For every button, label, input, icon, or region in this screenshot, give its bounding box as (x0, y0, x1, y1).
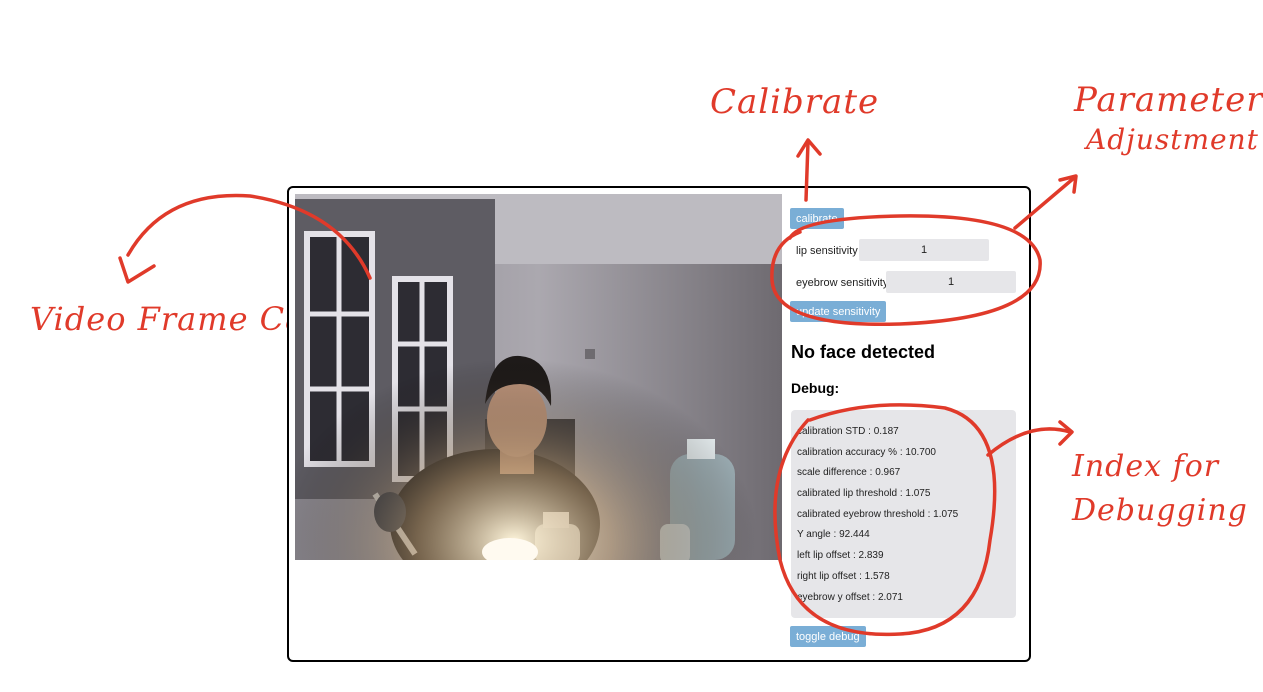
lip-sensitivity-input[interactable]: 1 (859, 239, 989, 261)
face-status: No face detected (791, 342, 936, 362)
annotation-parameters-line2: Adjustment (1086, 123, 1259, 156)
update-sensitivity-button[interactable]: update sensitivity (790, 301, 887, 322)
parameters-arrowhead-icon (1058, 174, 1078, 194)
annotation-debug-line1: Index for (1072, 449, 1220, 484)
control-panel: calibrate lip sensitivity 1 eyebrow sens… (788, 188, 1023, 658)
debug-scale-difference: scale difference : 0.967 (797, 467, 901, 478)
annotation-debug-line2: Debugging (1072, 493, 1248, 528)
debug-arrowhead-icon (1058, 420, 1074, 446)
eyebrow-sensitivity-label: eyebrow sensitivity (796, 277, 889, 289)
annotation-parameters-adjustment: Parameters Adjustment (1074, 80, 1263, 160)
debug-calibration-accuracy: calibration accuracy % : 10.700 (797, 447, 936, 458)
calibrate-arrowhead-icon (796, 138, 822, 158)
video-frame (295, 194, 782, 560)
debug-calibration-std: calibration STD : 0.187 (797, 426, 899, 437)
debug-panel: calibration STD : 0.187 calibration accu… (791, 410, 1016, 618)
debug-left-lip-offset: left lip offset : 2.839 (797, 550, 884, 561)
debug-heading: Debug: (791, 380, 840, 396)
lip-sensitivity-label: lip sensitivity (796, 245, 858, 257)
debug-y-angle: Y angle : 92.444 (797, 529, 870, 540)
debug-right-lip-offset: right lip offset : 1.578 (797, 571, 890, 582)
annotation-parameters-line1: Parameters (1074, 80, 1263, 120)
debug-lip-threshold: calibrated lip threshold : 1.075 (797, 488, 931, 499)
video-arrowhead-icon (118, 256, 156, 284)
toggle-debug-button[interactable]: toggle debug (790, 626, 866, 647)
eyebrow-sensitivity-input[interactable]: 1 (886, 271, 1016, 293)
calibrate-button[interactable]: calibrate (790, 208, 844, 229)
debug-eyebrow-y-offset: eyebrow y offset : 2.071 (797, 592, 903, 603)
debug-eyebrow-threshold: calibrated eyebrow threshold : 1.075 (797, 509, 959, 520)
annotation-calibrate: Calibrate (710, 82, 880, 122)
webcam-image (295, 194, 782, 560)
app-window: calibrate lip sensitivity 1 eyebrow sens… (287, 186, 1031, 662)
annotation-index-for-debugging: Index for Debugging (1072, 445, 1248, 533)
